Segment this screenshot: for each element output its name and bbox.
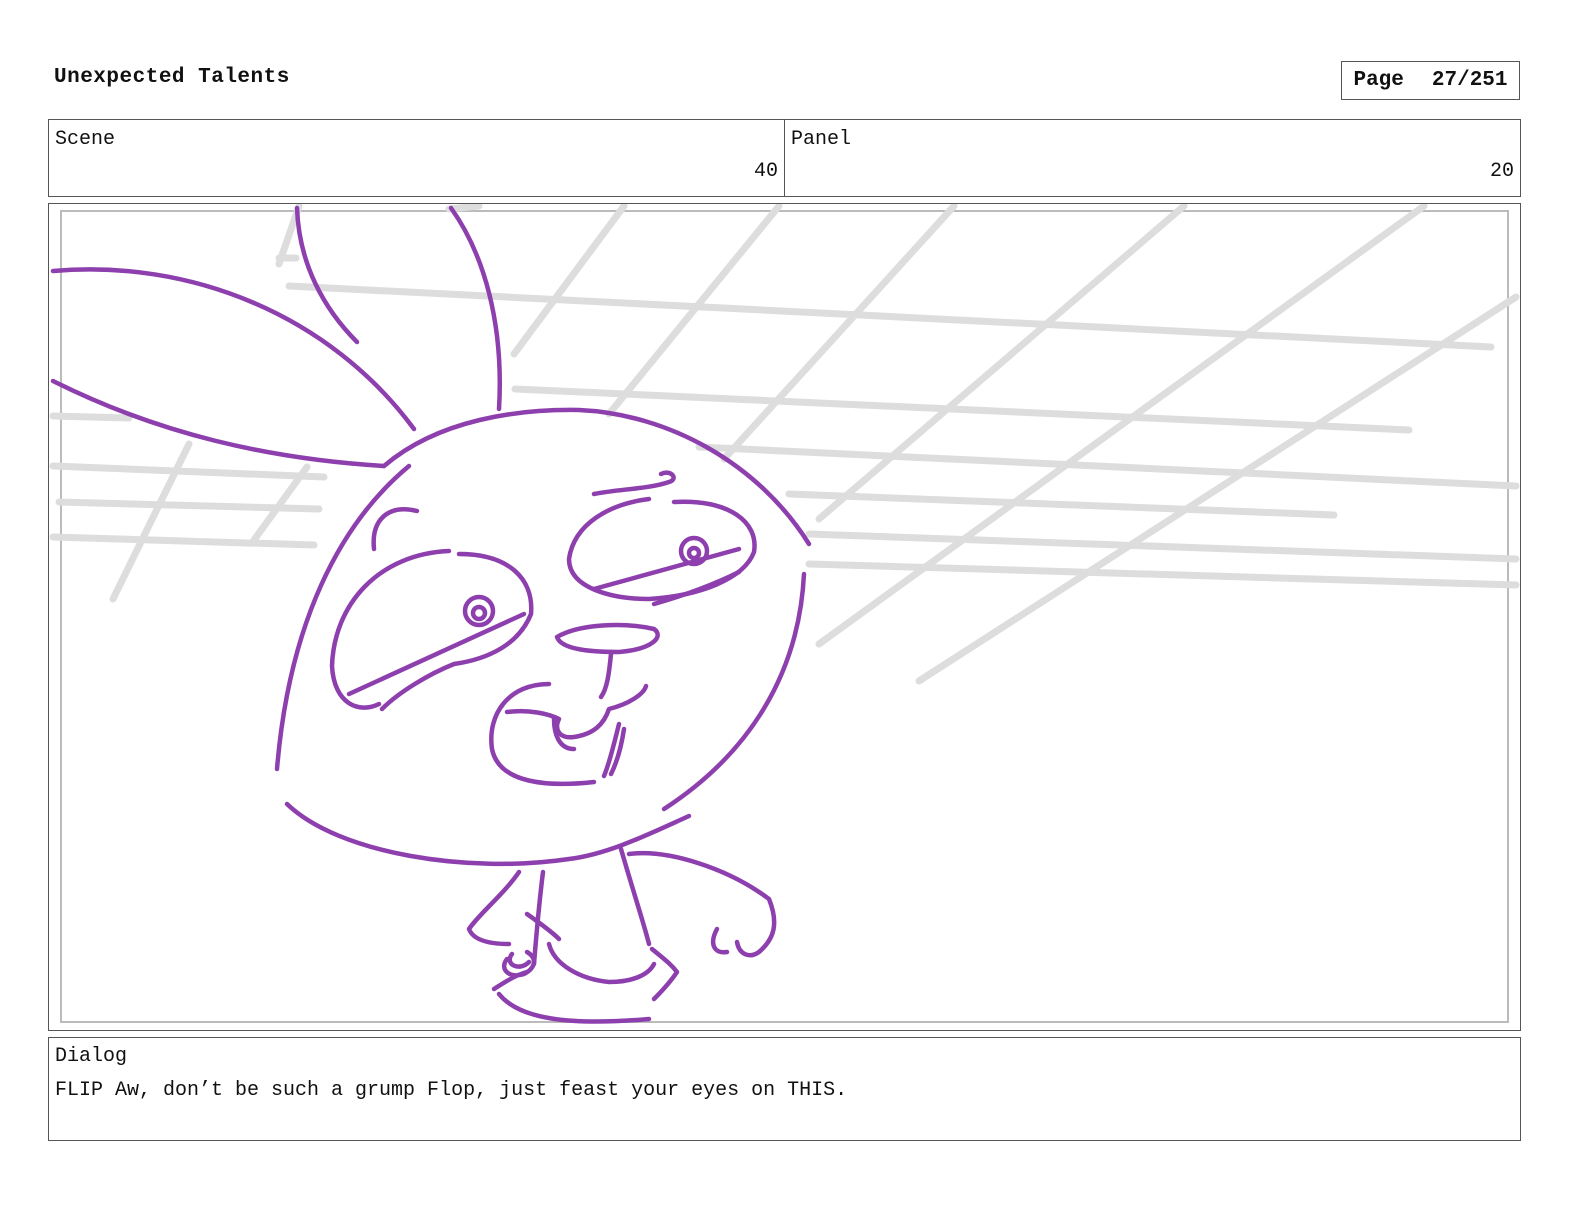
scene-value: 40 [753, 160, 778, 183]
panel-sketch [49, 204, 1520, 1024]
page-indicator: Page 27/251 [1341, 61, 1520, 100]
storyboard-title: Unexpected Talents [54, 66, 290, 89]
panel-value: 20 [1489, 160, 1514, 183]
background-grid [49, 204, 1520, 685]
page-label: Page [1353, 69, 1404, 92]
dialog-label: Dialog [55, 1045, 128, 1068]
page-number: 27/251 [1431, 69, 1508, 92]
scene-panel-info: Scene 40 Panel 20 [48, 119, 1521, 197]
character-sketch [50, 205, 812, 1024]
dialog-box: Dialog FLIP Aw, don’t be such a grump Fl… [48, 1037, 1521, 1141]
scene-label: Scene [55, 128, 116, 151]
panel-label: Panel [791, 128, 852, 151]
storyboard-panel [48, 203, 1521, 1031]
dialog-text: FLIP Aw, don’t be such a grump Flop, jus… [55, 1079, 848, 1102]
panel-cell: Panel 20 [785, 120, 1520, 196]
scene-cell: Scene 40 [49, 120, 785, 196]
